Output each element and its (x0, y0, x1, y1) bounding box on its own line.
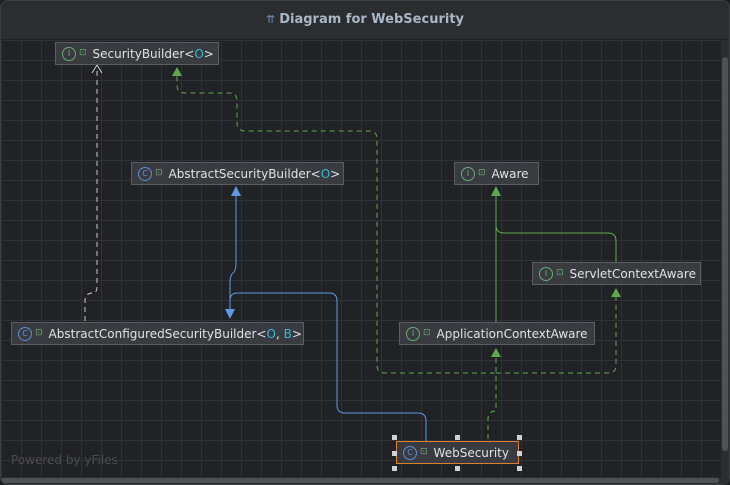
class-icon: C (403, 445, 417, 460)
interface-icon: I (539, 266, 553, 281)
arrow-implements-aca (491, 348, 501, 357)
public-lock-icon: ⊡ (79, 48, 87, 58)
node-servlet-context-aware[interactable]: I ⊡ ServletContextAware (532, 262, 701, 285)
node-application-context-aware[interactable]: I ⊡ ApplicationContextAware (399, 322, 595, 345)
node-label: SecurityBuilder (92, 47, 185, 61)
vertical-scrollbar[interactable] (722, 57, 728, 451)
edge-layer (84, 64, 621, 441)
node-web-security[interactable]: C ⊡ WebSecurity (396, 441, 519, 464)
node-label: WebSecurity (433, 446, 509, 460)
node-label: AbstractSecurityBuilder (168, 167, 311, 181)
edge-extends-ws-acsb (229, 292, 427, 441)
public-lock-icon: ⊡ (35, 328, 43, 338)
node-abstract-configured-security-builder[interactable]: C ⊡ AbstractConfiguredSecurityBuilder<O, B… (11, 322, 304, 345)
resize-handle-w[interactable] (392, 451, 397, 456)
public-lock-icon: ⊡ (423, 328, 431, 338)
generic-close: > (330, 167, 341, 181)
arrow-implements-sca (611, 288, 621, 297)
generic-close: > (291, 327, 302, 341)
node-aware[interactable]: I ⊡ Aware (454, 162, 539, 185)
generic-separator: , (275, 327, 284, 341)
generic-param: O (194, 47, 204, 61)
generic-open: < (256, 327, 267, 341)
edge-extends-sca-aware (495, 224, 617, 263)
resize-handle-s[interactable] (455, 466, 460, 471)
public-lock-icon: ⊡ (155, 168, 163, 178)
generic-open: < (184, 47, 195, 61)
interface-icon: I (62, 46, 76, 61)
arrow-implements-sb (172, 67, 182, 76)
resize-handle-e[interactable] (517, 451, 522, 456)
generic-param: O (320, 167, 331, 181)
node-abstract-security-builder[interactable]: C ⊡ AbstractSecurityBuilder<O> (131, 162, 344, 185)
public-lock-icon: ⊡ (556, 268, 564, 278)
node-label: Aware (491, 167, 529, 181)
public-lock-icon: ⊡ (420, 447, 428, 457)
resize-handle-nw[interactable] (392, 435, 397, 440)
arrow-extends-aware (491, 186, 501, 196)
interface-icon: I (406, 326, 420, 341)
arrow-extends-asb (231, 186, 241, 196)
node-label: AbstractConfiguredSecurityBuilder (48, 327, 257, 341)
generic-param: O (266, 327, 276, 341)
edge-dependency-acsb-sb (84, 67, 98, 321)
diagram-window: ⇈ Diagram for WebSecurity I ⊡ SecurityBuild… (0, 0, 730, 485)
horizontal-scrollbar[interactable] (1, 478, 719, 483)
arrow-extends-acsb (225, 309, 235, 319)
class-icon: C (18, 326, 32, 341)
resize-handle-n[interactable] (455, 435, 460, 440)
resize-handle-sw[interactable] (392, 466, 397, 471)
public-lock-icon: ⊡ (478, 168, 486, 178)
resize-handle-ne[interactable] (517, 435, 522, 440)
generic-close: > (203, 47, 214, 61)
resize-handle-se[interactable] (517, 466, 522, 471)
node-security-builder[interactable]: I ⊡ SecurityBuilder<O> (55, 42, 219, 65)
generic-param: B (283, 327, 292, 341)
class-icon: C (138, 166, 152, 181)
generic-open: < (310, 167, 321, 181)
node-label: ApplicationContextAware (436, 327, 588, 341)
edge-extends-acsb-asb (229, 196, 237, 301)
node-label: ServletContextAware (569, 267, 696, 281)
watermark: Powered by yFiles (11, 453, 118, 467)
interface-icon: I (461, 166, 475, 181)
